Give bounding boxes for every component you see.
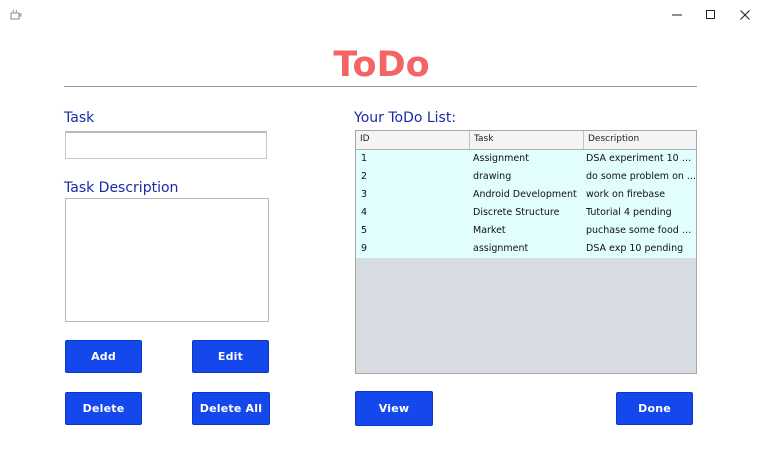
- task-description-textarea[interactable]: [65, 198, 269, 322]
- table-row[interactable]: 1 Assignment DSA experiment 10 p...: [356, 150, 696, 168]
- cell-id: 3: [361, 189, 368, 200]
- delete-button[interactable]: Delete: [65, 392, 142, 425]
- cell-task: Discrete Structure: [473, 207, 560, 218]
- java-cup-icon: [10, 9, 22, 20]
- table-row[interactable]: 4 Discrete Structure Tutorial 4 pending: [356, 204, 696, 222]
- table-row[interactable]: 9 assignment DSA exp 10 pending: [356, 240, 696, 258]
- table-row[interactable]: 2 drawing do some problem on ...: [356, 168, 696, 186]
- minimize-button[interactable]: [660, 0, 694, 30]
- cell-task: assignment: [473, 243, 529, 254]
- table-body: 1 Assignment DSA experiment 10 p... 2 dr…: [356, 150, 696, 258]
- maximize-icon: [706, 10, 715, 19]
- cell-description: work on firebase: [586, 189, 666, 200]
- task-input[interactable]: [65, 131, 267, 159]
- cell-description: Tutorial 4 pending: [586, 207, 672, 218]
- close-icon: [740, 10, 750, 20]
- cell-task: drawing: [473, 171, 512, 182]
- cell-description: do some problem on ...: [586, 171, 696, 182]
- cell-id: 1: [361, 153, 368, 164]
- cell-task: Assignment: [473, 153, 529, 164]
- delete-all-button[interactable]: Delete All: [192, 392, 270, 425]
- task-description-label: Task Description: [64, 180, 179, 196]
- column-header-task[interactable]: Task: [470, 131, 584, 149]
- todo-list-label: Your ToDo List:: [354, 110, 457, 126]
- edit-button[interactable]: Edit: [192, 340, 269, 373]
- column-header-id[interactable]: ID: [356, 131, 470, 149]
- done-button[interactable]: Done: [616, 392, 693, 425]
- cell-task: Android Development: [473, 189, 577, 200]
- column-header-description[interactable]: Description: [584, 131, 696, 149]
- cell-id: 9: [361, 243, 368, 254]
- todo-table[interactable]: ID Task Description 1 Assignment DSA exp…: [355, 130, 697, 374]
- cell-id: 5: [361, 225, 368, 236]
- cell-task: Market: [473, 225, 506, 236]
- cell-description: puchase some food a...: [586, 225, 696, 236]
- cell-description: DSA exp 10 pending: [586, 243, 684, 254]
- close-button[interactable]: [728, 0, 762, 30]
- table-row[interactable]: 3 Android Development work on firebase: [356, 186, 696, 204]
- minimize-icon: [672, 14, 682, 16]
- cell-id: 2: [361, 171, 368, 182]
- cell-description: DSA experiment 10 p...: [586, 153, 696, 164]
- maximize-button[interactable]: [694, 0, 728, 30]
- table-row[interactable]: 5 Market puchase some food a...: [356, 222, 696, 240]
- window-titlebar: [0, 0, 763, 30]
- title-divider: [64, 86, 697, 87]
- view-button[interactable]: View: [355, 391, 433, 426]
- task-label: Task: [64, 110, 95, 126]
- add-button[interactable]: Add: [65, 340, 142, 373]
- table-header: ID Task Description: [356, 131, 696, 150]
- app-title: ToDo: [333, 45, 430, 85]
- cell-id: 4: [361, 207, 368, 218]
